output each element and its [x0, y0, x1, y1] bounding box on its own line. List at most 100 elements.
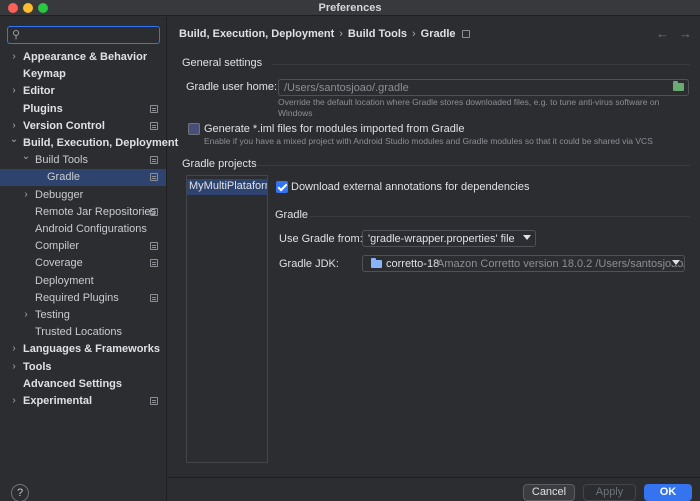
sidebar-item-label: Testing	[35, 309, 70, 321]
chevron-down-icon[interactable]: ⌄	[9, 134, 19, 145]
sidebar-item-languages-frameworks[interactable]: › Languages & Frameworks	[0, 341, 166, 358]
project-scope-icon	[150, 173, 158, 181]
cancel-button[interactable]: Cancel	[523, 484, 575, 501]
section-divider	[272, 64, 690, 65]
search-input[interactable]	[28, 27, 156, 43]
search-box[interactable]: ⚲	[7, 26, 160, 44]
section-divider	[310, 216, 690, 217]
chevron-right-icon[interactable]: ›	[9, 343, 19, 354]
chevron-down-icon	[672, 260, 680, 265]
sidebar-item-deployment[interactable]: Deployment	[0, 273, 166, 290]
apply-button[interactable]: Apply	[583, 484, 636, 501]
sidebar-item-label: Required Plugins	[35, 292, 119, 304]
sidebar-item-label: Debugger	[35, 189, 84, 201]
gradle-projects-list: MyMultiPlataformProject	[186, 175, 268, 463]
project-scope-icon	[150, 156, 158, 164]
breadcrumb-separator: ›	[412, 28, 416, 40]
sidebar-item-experimental[interactable]: › Experimental	[0, 393, 166, 410]
sidebar-item-advanced-settings[interactable]: Advanced Settings	[0, 376, 166, 393]
project-scope-icon	[150, 294, 158, 302]
chevron-right-icon[interactable]: ›	[9, 85, 19, 96]
sidebar-item-version-control[interactable]: › Version Control	[0, 118, 166, 135]
ok-button[interactable]: OK	[644, 484, 692, 501]
sidebar-item-keymap[interactable]: Keymap	[0, 66, 166, 83]
gradle-user-home-field[interactable]: /Users/santosjoao/.gradle	[278, 79, 689, 96]
breadcrumb-item[interactable]: Build Tools	[348, 28, 407, 40]
sidebar-item-android-configurations[interactable]: Android Configurations	[0, 221, 166, 238]
sidebar-item-label: Compiler	[35, 240, 80, 252]
gradle-subsection-title: Gradle	[275, 209, 309, 221]
sidebar-item-label: Build Tools	[35, 154, 88, 166]
project-scope-icon	[150, 242, 158, 250]
project-scope-icon	[150, 105, 158, 113]
sidebar-item-tools[interactable]: › Tools	[0, 359, 166, 376]
chevron-right-icon[interactable]: ›	[9, 361, 19, 372]
chevron-right-icon[interactable]: ›	[9, 120, 19, 131]
use-gradle-from-label: Use Gradle from:	[279, 233, 363, 245]
sidebar-item-label: Experimental	[23, 395, 93, 407]
settings-sidebar: ⚲ › Appearance & Behavior Keymap › Editor Plu…	[0, 17, 178, 501]
gradle-jdk-label: Gradle JDK:	[279, 258, 339, 270]
chevron-right-icon[interactable]: ›	[21, 189, 31, 200]
sidebar-item-label: Tools	[23, 361, 52, 373]
sidebar-item-compiler[interactable]: Compiler	[0, 238, 166, 255]
general-settings-title: General settings	[182, 57, 263, 69]
sidebar-item-label: Build, Execution, Deployment	[23, 137, 179, 149]
project-list-item[interactable]: MyMultiPlataformProject	[187, 179, 267, 195]
chevron-right-icon[interactable]: ›	[21, 309, 31, 320]
breadcrumb: Build, Execution, Deployment › Build Tools…	[179, 28, 470, 40]
search-icon: ⚲	[12, 29, 21, 41]
breadcrumb-item[interactable]: Build, Execution, Deployment	[179, 28, 334, 40]
sidebar-item-build-tools[interactable]: ⌄ Build Tools	[0, 151, 166, 169]
sidebar-item-coverage[interactable]: Coverage	[0, 255, 166, 272]
chevron-right-icon[interactable]: ›	[9, 395, 19, 406]
title-bar: Preferences	[0, 0, 700, 16]
sidebar-item-label: Remote Jar Repositories	[35, 206, 157, 218]
footer-divider	[168, 477, 700, 478]
sidebar-item-label: Keymap	[23, 68, 66, 80]
sidebar-item-trusted-locations[interactable]: Trusted Locations	[0, 324, 166, 341]
gradle-jdk-dropdown[interactable]: corretto-18 Amazon Corretto version 18.0…	[362, 255, 685, 272]
gradle-user-home-label: Gradle user home:	[186, 81, 278, 93]
breadcrumb-separator: ›	[339, 28, 343, 40]
gradle-jdk-name: corretto-18	[386, 258, 440, 270]
sidebar-item-label: Plugins	[23, 103, 63, 115]
sidebar-item-appearance-behavior[interactable]: › Appearance & Behavior	[0, 49, 166, 66]
main-panel: Build, Execution, Deployment › Build Tools…	[168, 17, 700, 501]
sidebar-item-editor[interactable]: › Editor	[0, 83, 166, 100]
sidebar-item-remote-jar-repositories[interactable]: Remote Jar Repositories	[0, 204, 166, 221]
sidebar-item-label: Gradle	[47, 171, 81, 183]
project-scope-icon	[150, 208, 158, 216]
sidebar-item-debugger[interactable]: › Debugger	[0, 187, 166, 204]
sidebar-item-required-plugins[interactable]: Required Plugins	[0, 290, 166, 307]
forward-arrow-icon[interactable]: →	[679, 26, 692, 41]
sidebar-item-plugins[interactable]: Plugins	[0, 101, 166, 118]
project-name: MyMultiPlataformProject	[189, 180, 267, 192]
section-divider	[258, 165, 690, 166]
sidebar-item-label: Advanced Settings	[23, 378, 123, 390]
gradle-jdk-description: Amazon Corretto version 18.0.2 /Users/sa…	[437, 258, 684, 270]
download-annotations-label: Download external annotations for depend…	[291, 181, 530, 193]
help-button[interactable]: ?	[11, 484, 29, 501]
chevron-down-icon[interactable]: ⌄	[21, 151, 31, 162]
window-title: Preferences	[318, 2, 382, 14]
download-annotations-checkbox[interactable]	[276, 181, 288, 193]
sidebar-item-label: Editor	[23, 85, 55, 97]
sidebar-item-build-execution-deployment[interactable]: ⌄ Build, Execution, Deployment	[0, 134, 178, 152]
generate-iml-checkbox[interactable]	[188, 123, 200, 135]
sidebar-item-label: Trusted Locations	[35, 326, 123, 338]
browse-folder-icon[interactable]	[673, 81, 684, 91]
sidebar-item-label: Coverage	[35, 257, 83, 269]
generate-iml-hint: Enable if you have a mixed project with …	[204, 136, 653, 146]
gradle-user-home-hint: Override the default location where Grad…	[278, 97, 660, 118]
project-scope-icon	[461, 30, 470, 38]
chevron-right-icon[interactable]: ›	[9, 51, 19, 62]
project-scope-icon	[150, 122, 158, 130]
back-arrow-icon[interactable]: ←	[656, 26, 669, 41]
use-gradle-from-dropdown[interactable]: 'gradle-wrapper.properties' file	[362, 230, 536, 247]
navigation-arrows: ← →	[646, 26, 692, 41]
gradle-projects-title: Gradle projects	[182, 158, 257, 170]
project-scope-icon	[150, 397, 158, 405]
sidebar-item-testing[interactable]: › Testing	[0, 307, 166, 324]
sidebar-item-gradle[interactable]: Gradle	[0, 169, 166, 186]
